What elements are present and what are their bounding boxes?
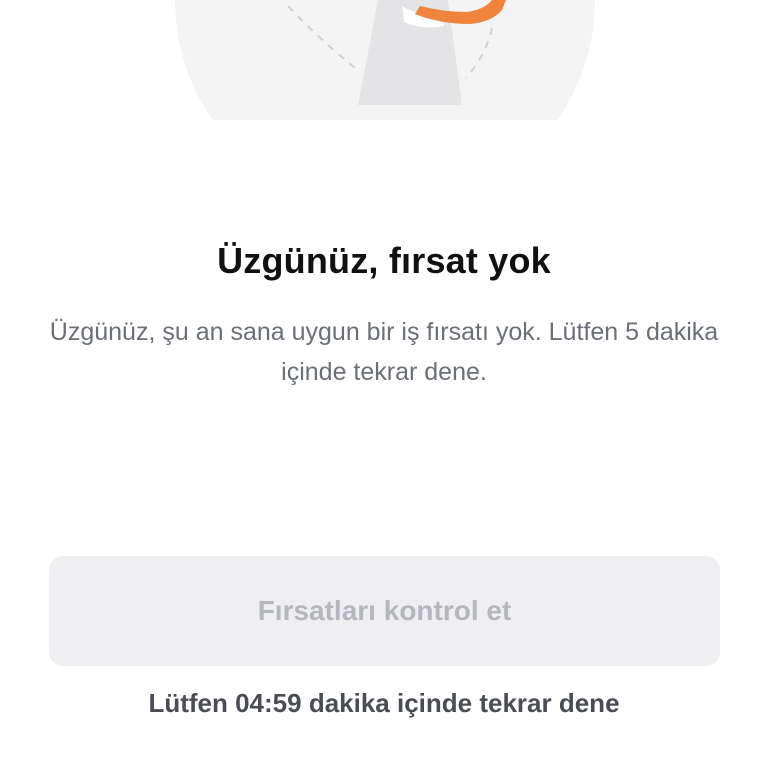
empty-state-title: Üzgünüz, fırsat yok: [217, 240, 551, 281]
sad-person-illustration-icon: [175, 0, 595, 120]
check-opportunities-button[interactable]: Fırsatları kontrol et: [49, 556, 720, 666]
retry-countdown-text: Lütfen 04:59 dakika içinde tekrar dene: [148, 688, 620, 718]
no-opportunity-screen: Üzgünüz, fırsat yok Üzgünüz, şu an sana …: [0, 0, 768, 768]
empty-state-description: Üzgünüz, şu an sana uygun bir iş fırsatı…: [49, 318, 719, 386]
